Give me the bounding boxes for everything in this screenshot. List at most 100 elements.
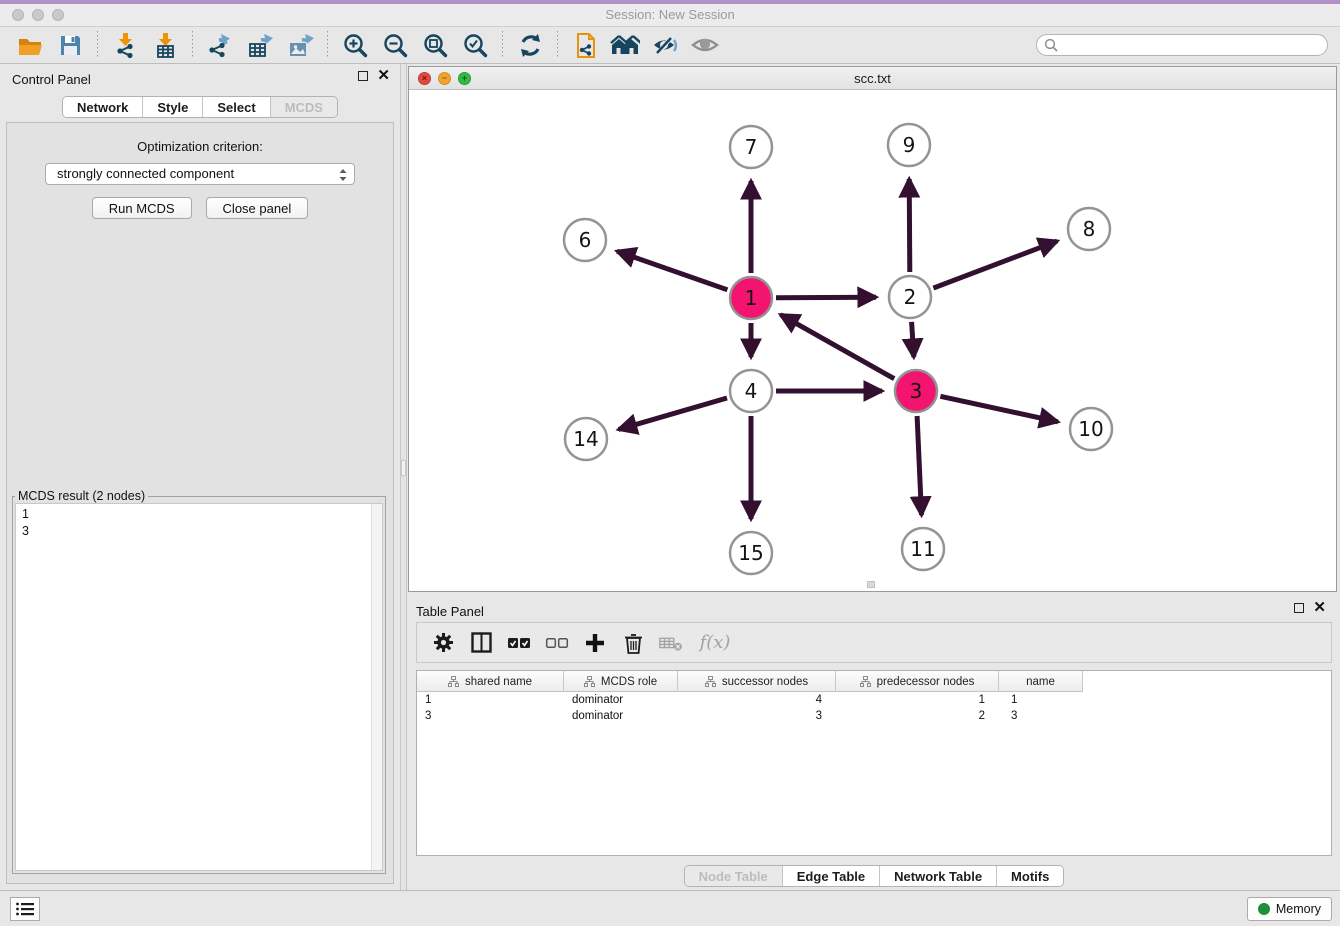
network-window-titlebar[interactable]: × − + scc.txt (409, 67, 1336, 90)
tab-motifs[interactable]: Motifs (996, 866, 1063, 886)
task-history-button[interactable] (10, 897, 40, 921)
add-column-icon[interactable] (582, 630, 608, 656)
column-header-shared-name[interactable]: shared name (417, 671, 564, 692)
graph-edge-1-2[interactable] (776, 297, 876, 298)
graph-edge-2-3[interactable] (912, 322, 914, 357)
export-table-icon[interactable] (245, 30, 275, 60)
svg-text:8: 8 (1083, 217, 1096, 241)
close-panel-button[interactable]: Close panel (206, 197, 309, 219)
network-canvas[interactable]: 7 9 6 8 1 2 4 3 14 10 15 11 (409, 90, 1336, 591)
graph-node-9[interactable]: 9 (888, 124, 930, 166)
graph-node-10[interactable]: 10 (1070, 408, 1112, 450)
close-panel-icon[interactable]: ✕ (377, 70, 390, 82)
table-row[interactable]: 1dominator411 (417, 692, 1331, 708)
tree-icon (860, 676, 871, 687)
apply-layout-icon[interactable] (515, 30, 545, 60)
graphics-details-icon[interactable] (650, 30, 680, 60)
table-cell[interactable]: 2 (836, 708, 999, 724)
graph-edge-3-10[interactable] (940, 396, 1057, 422)
node-table[interactable]: shared nameMCDS role successor nodes prede… (416, 670, 1332, 856)
tree-icon (705, 676, 716, 687)
network-graph[interactable]: 7 9 6 8 1 2 4 3 14 10 15 11 (409, 90, 1336, 591)
graph-node-7[interactable]: 7 (730, 126, 772, 168)
export-network-icon[interactable] (205, 30, 235, 60)
select-all-icon[interactable] (506, 630, 532, 656)
splitter-grip[interactable] (401, 460, 406, 476)
table-settings-gear-icon[interactable] (430, 630, 456, 656)
tab-mcds[interactable]: MCDS (270, 97, 337, 117)
table-cell[interactable]: 1 (999, 692, 1083, 708)
graph-edge-2-8[interactable] (933, 241, 1057, 288)
graph-node-8[interactable]: 8 (1068, 208, 1110, 250)
table-cell[interactable]: 3 (678, 708, 836, 724)
table-row[interactable]: 3dominator323 (417, 708, 1331, 724)
memory-button[interactable]: Memory (1247, 897, 1332, 921)
table-cell[interactable]: dominator (564, 692, 678, 708)
graph-node-2[interactable]: 2 (889, 276, 931, 318)
zoom-in-icon[interactable] (340, 30, 370, 60)
graph-node-1[interactable]: 1 (730, 277, 772, 319)
cybrowser-home-icon[interactable] (610, 30, 640, 60)
save-session-icon[interactable] (55, 30, 85, 60)
zoom-fit-icon[interactable] (420, 30, 450, 60)
tab-network-table[interactable]: Network Table (879, 866, 996, 886)
graph-edge-1-6[interactable] (617, 251, 727, 290)
tab-style[interactable]: Style (142, 97, 202, 117)
svg-text:2: 2 (904, 285, 917, 309)
zoom-out-icon[interactable] (380, 30, 410, 60)
graph-node-4[interactable]: 4 (730, 370, 772, 412)
tab-network[interactable]: Network (63, 97, 142, 117)
search-icon (1044, 38, 1058, 57)
table-cell[interactable]: dominator (564, 708, 678, 724)
export-image-icon[interactable] (285, 30, 315, 60)
show-columns-icon[interactable] (468, 630, 494, 656)
mcds-result-scrollbar[interactable] (371, 504, 382, 870)
application-window: Session: New Session (0, 0, 1340, 926)
svg-text:15: 15 (738, 541, 763, 565)
close-panel-icon[interactable]: ✕ (1313, 602, 1326, 614)
graph-node-15[interactable]: 15 (730, 532, 772, 574)
panel-splitter[interactable] (400, 64, 407, 890)
table-cell[interactable]: 4 (678, 692, 836, 708)
deselect-all-icon[interactable] (544, 630, 570, 656)
import-network-icon[interactable] (110, 30, 140, 60)
run-mcds-button[interactable]: Run MCDS (92, 197, 192, 219)
main-toolbar (0, 27, 1340, 64)
birds-eye-view-icon[interactable] (690, 30, 720, 60)
import-table-icon[interactable] (150, 30, 180, 60)
column-header-predecessor-nodes[interactable]: predecessor nodes (836, 671, 999, 692)
graph-node-6[interactable]: 6 (564, 219, 606, 261)
optimization-criterion-dropdown[interactable]: strongly connected component (45, 163, 355, 185)
column-header-filler (1083, 671, 1331, 692)
mcds-result-box[interactable]: 1 3 (15, 503, 383, 871)
table-cell[interactable]: 1 (417, 692, 564, 708)
column-header-label: successor nodes (722, 676, 808, 688)
graph-edge-3-1[interactable] (781, 315, 895, 379)
float-panel-icon[interactable] (1294, 603, 1304, 613)
graph-edge-4-14[interactable] (619, 398, 727, 430)
table-header-row: shared nameMCDS role successor nodes prede… (417, 671, 1331, 692)
svg-text:3: 3 (910, 379, 923, 403)
graph-node-11[interactable]: 11 (902, 528, 944, 570)
float-panel-icon[interactable] (358, 71, 368, 81)
graph-node-14[interactable]: 14 (565, 418, 607, 460)
column-header-MCDS-role[interactable]: MCDS role (564, 671, 678, 692)
column-header-successor-nodes[interactable]: successor nodes (678, 671, 836, 692)
delete-column-icon[interactable] (620, 630, 646, 656)
search-input[interactable] (1036, 34, 1328, 56)
tab-select[interactable]: Select (202, 97, 269, 117)
canvas-scroll-handle[interactable] (867, 581, 875, 588)
table-cell[interactable]: 3 (417, 708, 564, 724)
zoom-selected-icon[interactable] (460, 30, 490, 60)
table-cell[interactable]: 3 (999, 708, 1083, 724)
graph-node-3[interactable]: 3 (895, 370, 937, 412)
column-header-name[interactable]: name (999, 671, 1083, 692)
graph-edge-2-9[interactable] (909, 179, 910, 272)
network-document-icon[interactable] (570, 30, 600, 60)
tab-edge-table[interactable]: Edge Table (782, 866, 879, 886)
table-cell[interactable]: 1 (836, 692, 999, 708)
graph-edge-3-11[interactable] (917, 416, 921, 515)
toolbar-separator (327, 31, 328, 59)
open-session-icon[interactable] (15, 30, 45, 60)
tab-node-table[interactable]: Node Table (685, 866, 782, 886)
